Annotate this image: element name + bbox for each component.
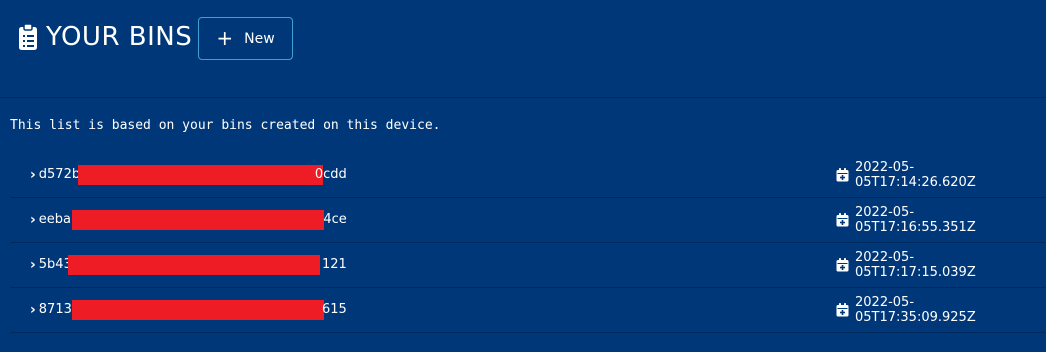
calendar-plus-icon — [836, 168, 849, 182]
title-wrap: YOUR BINS — [18, 22, 192, 52]
bin-left: › 8713 615 — [10, 299, 347, 321]
bin-date: 2022-05-05T17:17:15.039Z — [855, 250, 976, 280]
bin-row[interactable]: › eeba 4ce 2022-05-05T17:16:55.351Z — [10, 198, 1046, 243]
bin-id: 8713 615 — [39, 299, 347, 321]
chevron-right-icon: › — [30, 302, 36, 318]
bin-id-suffix: 4ce — [323, 212, 347, 227]
bin-created: 2022-05-05T17:16:55.351Z — [836, 205, 1046, 235]
chevron-right-icon: › — [30, 167, 36, 183]
redaction-bar — [71, 300, 324, 320]
bin-id: 5b43 121 — [39, 254, 347, 276]
bin-id-prefix: 8713 — [38, 302, 72, 317]
clipboard-list-icon — [18, 23, 38, 51]
bin-date: 2022-05-05T17:16:55.351Z — [855, 205, 976, 235]
bin-created: 2022-05-05T17:35:09.925Z — [836, 295, 1046, 325]
bin-row[interactable]: › 5b43 121 2022-05-05T17:17:15.039Z — [10, 243, 1046, 288]
redaction-bar — [77, 165, 323, 185]
bin-row[interactable]: › 8713 615 2022-05-05T17:35:09.925Z — [10, 288, 1046, 333]
bin-id: eeba 4ce — [39, 209, 347, 231]
bin-id-prefix: eeba — [38, 212, 71, 227]
new-button-label: New — [244, 30, 275, 47]
calendar-plus-icon — [836, 258, 849, 272]
bin-id-suffix: 121 — [321, 257, 347, 272]
bin-left: › d572b 0cdd — [10, 164, 347, 186]
plus-icon: + — [216, 25, 234, 50]
bin-date: 2022-05-05T17:35:09.925Z — [855, 295, 976, 325]
redaction-bar — [71, 210, 324, 230]
calendar-plus-icon — [836, 303, 849, 317]
bin-id-suffix: 0cdd — [314, 167, 347, 182]
bin-id-suffix: 615 — [321, 302, 347, 317]
bin-created: 2022-05-05T17:17:15.039Z — [836, 250, 1046, 280]
bin-id: d572b 0cdd — [39, 164, 347, 186]
bin-created: 2022-05-05T17:14:26.620Z — [836, 160, 1046, 190]
redaction-bar — [67, 255, 320, 275]
bin-list: › d572b 0cdd 2022-05-05T17:14:26.620Z › … — [10, 153, 1046, 333]
chevron-right-icon: › — [30, 257, 36, 273]
bin-id-prefix: d572b — [38, 167, 81, 182]
header-divider — [0, 97, 1046, 98]
bin-date: 2022-05-05T17:14:26.620Z — [855, 160, 976, 190]
chevron-right-icon: › — [30, 212, 36, 228]
bin-left: › eeba 4ce — [10, 209, 347, 231]
info-text: This list is based on your bins created … — [10, 118, 441, 133]
header: YOUR BINS + New — [0, 0, 1046, 97]
new-bin-button[interactable]: + New — [198, 17, 293, 60]
calendar-plus-icon — [836, 213, 849, 227]
page-title: YOUR BINS — [46, 22, 193, 52]
bin-row[interactable]: › d572b 0cdd 2022-05-05T17:14:26.620Z — [10, 153, 1046, 198]
bin-left: › 5b43 121 — [10, 254, 347, 276]
